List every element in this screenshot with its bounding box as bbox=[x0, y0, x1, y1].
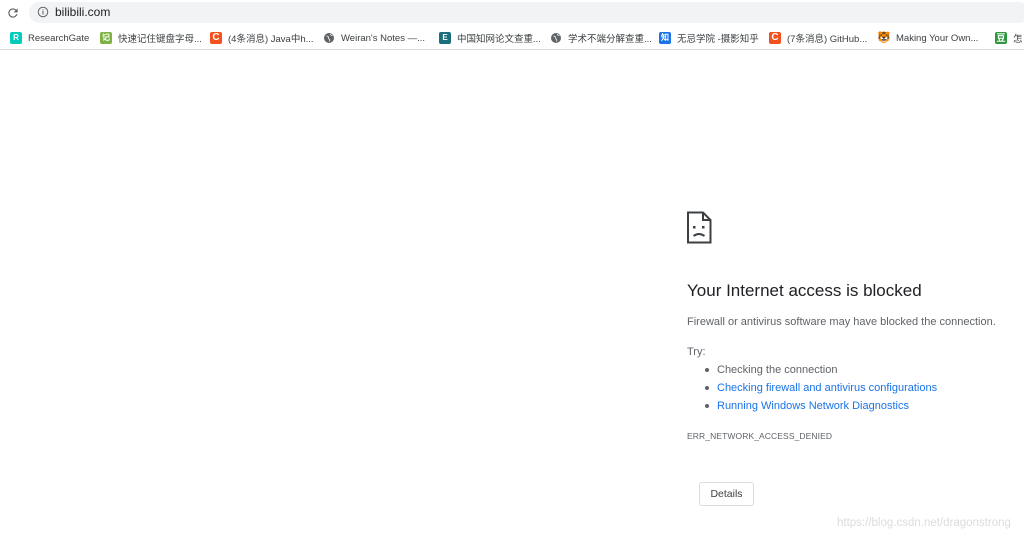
zhihu-icon: 知 bbox=[659, 32, 671, 44]
suggestion-check-connection: Checking the connection bbox=[705, 363, 937, 381]
url-text[interactable]: bilibili.com bbox=[55, 5, 110, 20]
globe-icon bbox=[550, 32, 562, 44]
bookmark-label: ResearchGate bbox=[28, 32, 90, 44]
bullet bbox=[705, 404, 709, 408]
info-icon[interactable] bbox=[36, 5, 50, 19]
suggestion-text: Checking the connection bbox=[717, 364, 838, 376]
suggestion-check-firewall[interactable]: Checking firewall and antivirus configur… bbox=[705, 381, 937, 399]
sad-page-icon bbox=[686, 211, 712, 244]
bookmark-label: 无忌学院 -摄影知乎 bbox=[677, 34, 759, 45]
bookmark-making-your-own[interactable]: 🐯 Making Your Own... bbox=[877, 30, 979, 46]
bookmark-keyboard[interactable]: 记 快速记住键盘字母... bbox=[100, 30, 202, 46]
bookmark-douban[interactable]: 豆 怎 bbox=[995, 30, 1023, 46]
bookmark-label: (4条消息) Java中h... bbox=[228, 34, 314, 45]
firewall-config-link[interactable]: Checking firewall and antivirus configur… bbox=[717, 382, 937, 394]
bookmark-cnki[interactable]: E 中国知网论文查重... bbox=[439, 30, 541, 46]
researchgate-icon: R bbox=[10, 32, 22, 44]
bookmark-label: 学术不端分解查重... bbox=[568, 34, 652, 45]
watermark: https://blog.csdn.net/dragonstrong bbox=[837, 517, 1011, 529]
bookmark-label: (7条消息) GitHub... bbox=[787, 34, 868, 45]
bookmark-label: 怎 bbox=[1013, 34, 1023, 45]
bookmark-label: Weiran's Notes —... bbox=[341, 32, 425, 44]
globe-icon bbox=[323, 32, 335, 44]
browser-toolbar: bilibili.com bbox=[0, 0, 1024, 26]
bookmark-researchgate[interactable]: R ResearchGate bbox=[10, 30, 89, 46]
error-code: ERR_NETWORK_ACCESS_DENIED bbox=[687, 431, 833, 441]
bookmark-label: Making Your Own... bbox=[896, 32, 979, 44]
bookmark-label: 快速记住键盘字母... bbox=[118, 34, 202, 45]
bookmark-zhihu[interactable]: 知 无忌学院 -摄影知乎 bbox=[659, 30, 759, 46]
bookmarks-bar: R ResearchGate 记 快速记住键盘字母... C (4条消息) Ja… bbox=[0, 27, 1024, 50]
tiger-icon: 🐯 bbox=[877, 32, 891, 44]
error-description: Firewall or antivirus software may have … bbox=[687, 316, 996, 328]
try-label: Try: bbox=[687, 346, 706, 358]
address-bar[interactable]: bilibili.com bbox=[29, 2, 1024, 23]
bullet bbox=[705, 368, 709, 372]
network-diagnostics-link[interactable]: Running Windows Network Diagnostics bbox=[717, 400, 909, 412]
bookmark-weiran-notes[interactable]: Weiran's Notes —... bbox=[323, 30, 425, 46]
cnki-icon: E bbox=[439, 32, 451, 44]
csdn-icon: C bbox=[769, 32, 781, 44]
bullet bbox=[705, 386, 709, 390]
bookmark-label: 中国知网论文查重... bbox=[457, 34, 541, 45]
green-app-icon: 记 bbox=[100, 32, 112, 44]
bookmark-csdn-java[interactable]: C (4条消息) Java中h... bbox=[210, 30, 314, 46]
suggestion-network-diagnostics[interactable]: Running Windows Network Diagnostics bbox=[705, 399, 937, 417]
suggestions-list: Checking the connection Checking firewal… bbox=[705, 363, 937, 417]
reload-icon[interactable] bbox=[3, 3, 23, 23]
bookmark-academic[interactable]: 学术不端分解查重... bbox=[550, 30, 652, 46]
douban-icon: 豆 bbox=[995, 32, 1007, 44]
error-title: Your Internet access is blocked bbox=[687, 281, 922, 300]
details-button[interactable]: Details bbox=[699, 482, 754, 506]
bookmark-csdn-github[interactable]: C (7条消息) GitHub... bbox=[769, 30, 867, 46]
csdn-icon: C bbox=[210, 32, 222, 44]
